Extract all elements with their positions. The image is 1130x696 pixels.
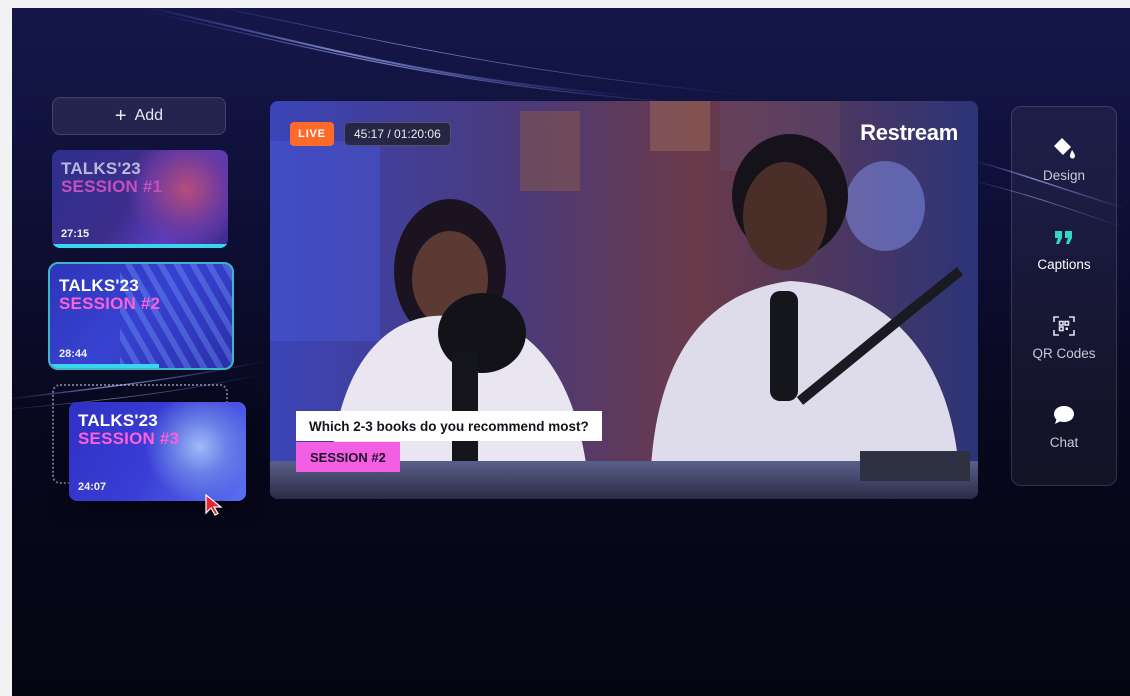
mouse-pointer-icon — [205, 494, 223, 516]
live-badge: LIVE — [290, 122, 334, 146]
toolbar-label: Captions — [1037, 257, 1091, 272]
quote-icon — [1055, 231, 1072, 244]
session-progress-bar — [52, 244, 228, 248]
session-duration: 28:44 — [59, 348, 88, 360]
toolbar-design-button[interactable]: Design — [1012, 136, 1116, 206]
toolbar-captions-button[interactable]: Captions — [1012, 225, 1116, 295]
app-frame: + Add TALKS'23 SESSION #1 27:15 TALKS'23… — [12, 8, 1130, 696]
qr-scan-icon — [1053, 316, 1075, 336]
session-title: TALKS'23 — [78, 411, 158, 430]
toolbar-chat-button[interactable]: Chat — [1012, 403, 1116, 473]
session-duration: 27:15 — [61, 228, 90, 240]
caption-overlay: Which 2-3 books do you recommend most? — [296, 411, 602, 441]
session-duration: 24:07 — [78, 481, 107, 493]
session-progress-bar — [50, 364, 160, 368]
session-number: SESSION #2 — [59, 294, 161, 313]
session-card-1[interactable]: TALKS'23 SESSION #1 27:15 — [52, 150, 228, 248]
session-lower-third: SESSION #2 — [296, 442, 400, 472]
session-thumbnail-image — [143, 402, 246, 501]
session-title: TALKS'23 — [59, 276, 139, 295]
add-label: Add — [134, 107, 164, 124]
paint-bucket-icon — [1054, 138, 1075, 159]
right-toolbar: Design Captions QR Codes Chat — [1011, 106, 1117, 486]
session-number: SESSION #1 — [61, 177, 163, 196]
session-number: SESSION #3 — [78, 429, 180, 448]
toolbar-label: Design — [1042, 168, 1086, 183]
toolbar-label: Chat — [1049, 435, 1079, 450]
session-title: TALKS'23 — [61, 159, 141, 178]
add-session-button[interactable]: + Add — [52, 97, 226, 135]
toolbar-label: QR Codes — [1032, 346, 1096, 361]
session-card-2-selected[interactable]: TALKS'23 SESSION #2 28:44 — [48, 262, 234, 370]
brand-watermark: Restream — [860, 120, 958, 145]
toolbar-qr-codes-button[interactable]: QR Codes — [1012, 314, 1116, 384]
live-video-preview[interactable]: LIVE 45:17 / 01:20:06 Restream Which 2-3… — [270, 101, 978, 499]
session-card-3-dragging[interactable]: TALKS'23 SESSION #3 24:07 — [69, 402, 246, 501]
chat-bubble-icon — [1054, 406, 1074, 424]
stream-timer: 45:17 / 01:20:06 — [344, 122, 451, 146]
plus-icon: + — [114, 105, 127, 127]
